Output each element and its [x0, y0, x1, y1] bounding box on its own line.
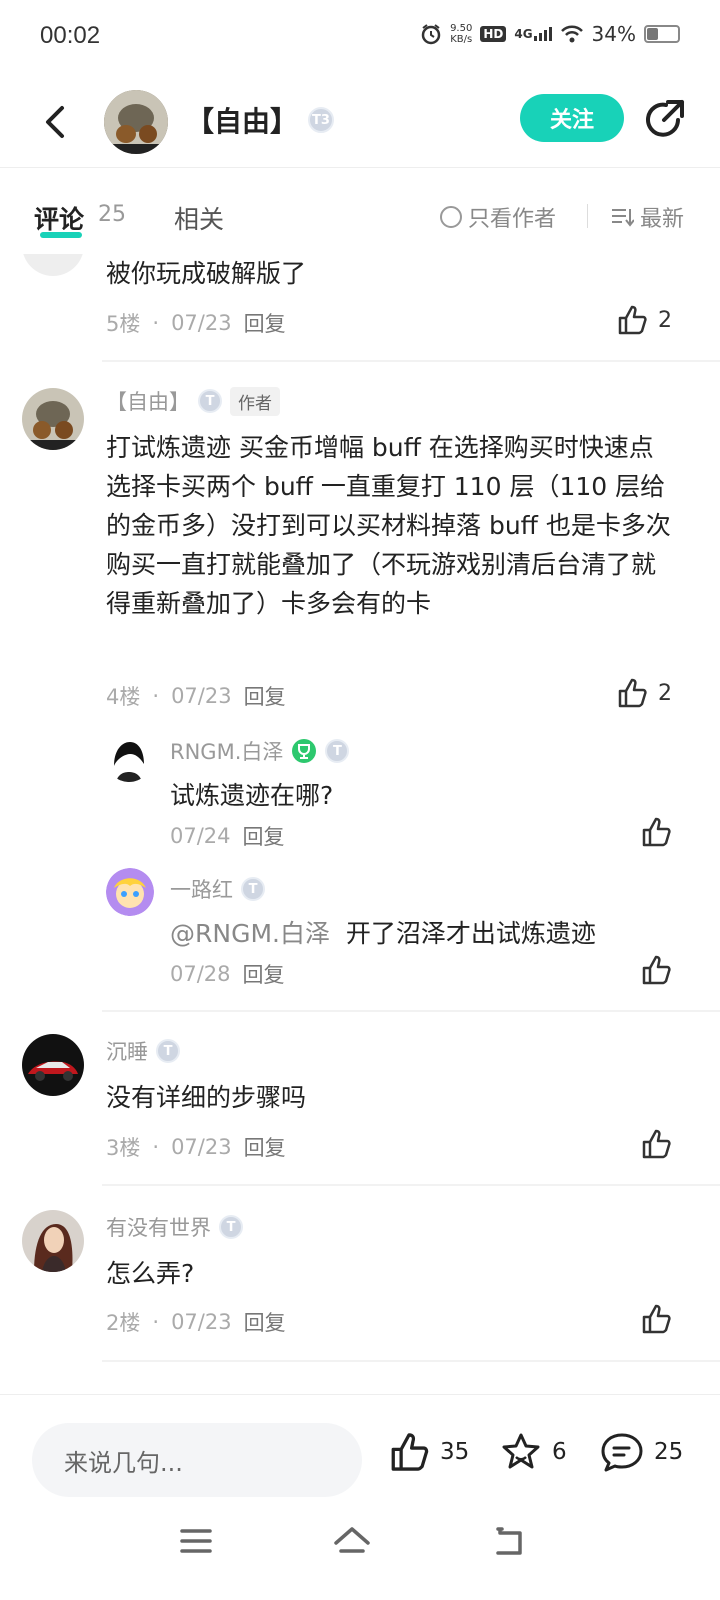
comment-bubble-icon — [601, 1433, 643, 1472]
like-button[interactable] — [640, 954, 672, 986]
reply-button[interactable]: 回复 — [243, 821, 285, 851]
tab-comments[interactable]: 评论 — [34, 200, 84, 236]
hd-icon: HD — [480, 26, 507, 42]
comment-list: 被你玩成破解版了 5楼 · 07/23 回复 2 【自由】 T 作者 打试炼遗迹 买金… — [0, 254, 720, 1394]
tab-related[interactable]: 相关 — [174, 200, 224, 236]
comment-meta: 4楼 · 07/23 回复 — [106, 681, 286, 711]
divider — [102, 1360, 720, 1362]
level-badge: T — [325, 739, 350, 763]
reply-username[interactable]: RNGM.白泽 T — [170, 736, 350, 766]
like-button[interactable] — [640, 816, 672, 848]
network-speed: 9.50 KB/s — [450, 23, 473, 45]
thumbs-up-icon — [642, 817, 671, 847]
reply-button[interactable]: 回复 — [243, 959, 285, 989]
like-button[interactable]: 2 — [616, 304, 672, 336]
signal-icon: 4G — [514, 27, 552, 41]
like-button[interactable] — [640, 1303, 672, 1335]
reply-button[interactable]: 回复 — [244, 308, 286, 338]
like-button[interactable]: 2 — [616, 677, 672, 709]
reply-button[interactable]: 回复 — [244, 1307, 286, 1337]
avatar[interactable] — [22, 1034, 84, 1096]
divider — [102, 1184, 720, 1186]
comment-body: 没有详细的步骤吗 — [106, 1083, 307, 1112]
reply-button[interactable]: 回复 — [244, 681, 286, 711]
thumbs-up-icon — [642, 955, 671, 985]
level-badge: T — [241, 877, 265, 901]
comment-meta: 2楼 · 07/23 回复 — [106, 1307, 286, 1337]
thumbs-up-icon — [618, 678, 647, 708]
author-badge: 作者 — [230, 386, 280, 416]
page-title: 【自由】 T3 — [186, 100, 335, 140]
comment-username[interactable]: 【自由】 T 作者 — [106, 386, 280, 416]
favorite-button[interactable]: 6 — [500, 1431, 567, 1473]
avatar[interactable] — [106, 868, 154, 916]
status-bar: 00:02 9.50 KB/s HD 4G 34% — [0, 0, 720, 76]
reply-body: 试炼遗迹在哪? — [170, 781, 334, 810]
tab-comments-count: 25 — [98, 202, 126, 227]
like-button[interactable] — [640, 1128, 672, 1160]
back-nav-icon[interactable] — [490, 1521, 530, 1561]
like-count-button[interactable]: 35 — [388, 1431, 469, 1473]
top-nav: 【自由】 T3 关注 — [0, 76, 720, 168]
reply-meta: 07/24 回复 — [170, 821, 285, 851]
comment-meta: 5楼 · 07/23 回复 — [106, 308, 286, 338]
thumbs-up-icon — [642, 1129, 671, 1159]
comment-input[interactable]: 来说几句... — [32, 1423, 362, 1497]
only-author-toggle[interactable]: 只看作者 — [440, 201, 556, 233]
trophy-icon — [292, 739, 317, 763]
reply-body: @RNGM.白泽 开了沼泽才出试炼遗迹 — [170, 919, 596, 948]
comment-body: 怎么弄? — [106, 1259, 195, 1288]
reply-meta: 07/28 回复 — [170, 959, 285, 989]
thumbs-up-icon — [642, 1304, 671, 1334]
avatar[interactable] — [22, 388, 84, 450]
divider — [587, 204, 588, 228]
comment-meta: 3楼 · 07/23 回复 — [106, 1132, 286, 1162]
wifi-icon — [560, 25, 583, 43]
status-time: 00:02 — [40, 22, 101, 49]
bottom-bar: 来说几句... 35 6 25 — [0, 1394, 720, 1600]
comment-body: 打试炼遗迹 买金币增幅 buff 在选择购买时快速点选择卡买两个 buff 一直… — [106, 433, 671, 618]
divider — [102, 1010, 720, 1012]
sort-toggle[interactable]: 最新 — [610, 201, 684, 233]
star-icon — [502, 1433, 540, 1469]
home-icon[interactable] — [332, 1521, 372, 1561]
comment-count-button[interactable]: 25 — [600, 1431, 683, 1473]
reply-button[interactable]: 回复 — [244, 1132, 286, 1162]
comment-username[interactable]: 有没有世界 T — [106, 1212, 243, 1242]
sort-icon — [612, 209, 634, 227]
menu-icon[interactable] — [176, 1521, 216, 1561]
share-icon[interactable] — [642, 96, 688, 142]
back-icon[interactable] — [36, 100, 76, 144]
battery-percent: 34% — [591, 22, 636, 46]
thumbs-up-icon — [391, 1433, 429, 1471]
author-avatar[interactable] — [104, 90, 168, 154]
comment-username[interactable]: 沉睡 T — [106, 1036, 180, 1066]
avatar[interactable] — [106, 736, 152, 782]
mention-link[interactable]: @RNGM.白泽 — [170, 919, 330, 948]
level-badge: T — [198, 389, 222, 413]
tab-active-indicator — [40, 232, 82, 238]
follow-button[interactable]: 关注 — [520, 94, 624, 142]
avatar[interactable] — [22, 254, 84, 276]
tab-bar: 评论 25 相关 只看作者 最新 — [0, 168, 720, 254]
comment-body: 被你玩成破解版了 — [106, 259, 307, 288]
level-badge: T — [219, 1215, 243, 1239]
thumbs-up-icon — [618, 305, 647, 335]
level-badge: T — [156, 1039, 180, 1063]
divider — [102, 360, 720, 362]
alarm-icon — [421, 24, 441, 45]
avatar[interactable] — [22, 1210, 84, 1272]
reply-username[interactable]: 一路红 T — [170, 874, 265, 904]
level-badge: T3 — [308, 107, 335, 133]
radio-circle-icon — [440, 206, 462, 228]
battery-icon — [644, 25, 680, 43]
